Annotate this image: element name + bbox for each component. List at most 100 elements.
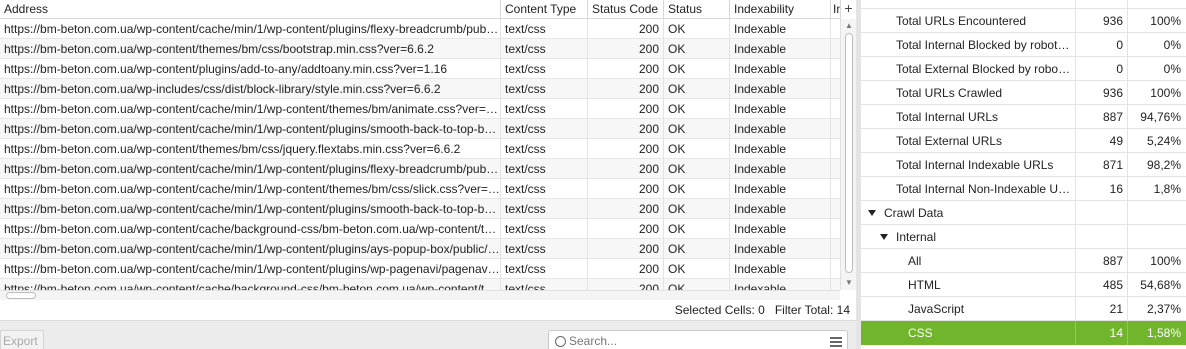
cell-status[interactable]: OK bbox=[664, 239, 730, 259]
table-row[interactable]: https://bm-beton.com.ua/wp-content/cache… bbox=[0, 259, 840, 279]
tree-item-javascript[interactable]: JavaScript 21 2,37% bbox=[861, 297, 1186, 321]
cell-indexability[interactable]: Indexable bbox=[730, 39, 831, 59]
cell-content-type[interactable]: text/css bbox=[501, 19, 588, 39]
cell-indexability[interactable]: Indexable bbox=[730, 59, 831, 79]
column-header-address[interactable]: Address bbox=[0, 0, 501, 19]
table-row[interactable]: https://bm-beton.com.ua/wp-content/cache… bbox=[0, 199, 840, 219]
cell-status-code[interactable]: 200 bbox=[588, 39, 664, 59]
cell-status-code[interactable]: 200 bbox=[588, 159, 664, 179]
tree-node-internal[interactable]: Internal bbox=[861, 225, 1186, 249]
cell-content-type[interactable]: text/css bbox=[501, 179, 588, 199]
cell-status-code[interactable]: 200 bbox=[588, 259, 664, 279]
search-box[interactable] bbox=[548, 330, 848, 349]
cell-status-code[interactable]: 200 bbox=[588, 179, 664, 199]
column-header-status[interactable]: Status bbox=[664, 0, 730, 19]
cell-status-code[interactable]: 200 bbox=[588, 219, 664, 239]
cell-indexability[interactable]: Indexable bbox=[730, 139, 831, 159]
scrollbar-thumb[interactable] bbox=[845, 33, 853, 273]
table-row[interactable]: https://bm-beton.com.ua/wp-content/cache… bbox=[0, 179, 840, 199]
cell-indexability[interactable]: Indexable bbox=[730, 159, 831, 179]
cell-content-type[interactable]: text/css bbox=[501, 59, 588, 79]
table-row[interactable]: https://bm-beton.com.ua/wp-content/cache… bbox=[0, 119, 840, 139]
summary-header-row[interactable] bbox=[861, 0, 1186, 9]
table-row[interactable]: https://bm-beton.com.ua/wp-content/cache… bbox=[0, 159, 840, 179]
expand-triangle-icon[interactable] bbox=[880, 234, 888, 240]
tree-item-html[interactable]: HTML 485 54,68% bbox=[861, 273, 1186, 297]
cell-status[interactable]: OK bbox=[664, 279, 730, 290]
cell-content-type[interactable]: text/css bbox=[501, 159, 588, 179]
cell-status[interactable]: OK bbox=[664, 39, 730, 59]
cell-content-type[interactable]: text/css bbox=[501, 219, 588, 239]
table-row[interactable]: https://bm-beton.com.ua/wp-content/cache… bbox=[0, 99, 840, 119]
cell-status-code[interactable]: 200 bbox=[588, 239, 664, 259]
cell-status-code[interactable]: 200 bbox=[588, 99, 664, 119]
cell-indexability[interactable]: Indexable bbox=[730, 259, 831, 279]
table-row[interactable]: https://bm-beton.com.ua/wp-content/cache… bbox=[0, 239, 840, 259]
filter-options-icon[interactable] bbox=[830, 336, 842, 347]
summary-row[interactable]: Total URLs Crawled 936 100% bbox=[861, 81, 1186, 105]
cell-status[interactable]: OK bbox=[664, 199, 730, 219]
search-input[interactable] bbox=[569, 332, 819, 349]
cell-indexability[interactable]: Indexable bbox=[730, 199, 831, 219]
cell-indexability[interactable]: Indexable bbox=[730, 99, 831, 119]
vertical-scrollbar[interactable]: ▲ ▼ bbox=[840, 19, 856, 290]
cell-address[interactable]: https://bm-beton.com.ua/wp-content/cache… bbox=[0, 219, 501, 239]
cell-address[interactable]: https://bm-beton.com.ua/wp-content/theme… bbox=[0, 139, 501, 159]
cell-indexability[interactable]: Indexable bbox=[730, 119, 831, 139]
cell-status-code[interactable]: 200 bbox=[588, 119, 664, 139]
summary-row[interactable]: Total External Blocked by robots.txt 0 0% bbox=[861, 57, 1186, 81]
cell-status[interactable]: OK bbox=[664, 159, 730, 179]
cell-status[interactable]: OK bbox=[664, 179, 730, 199]
cell-status[interactable]: OK bbox=[664, 59, 730, 79]
column-header-indexability[interactable]: Indexability bbox=[730, 0, 831, 19]
table-row[interactable]: https://bm-beton.com.ua/wp-content/cache… bbox=[0, 279, 840, 290]
horizontal-scrollbar[interactable] bbox=[0, 290, 840, 300]
cell-content-type[interactable]: text/css bbox=[501, 99, 588, 119]
cell-status-code[interactable]: 200 bbox=[588, 199, 664, 219]
cell-address[interactable]: https://bm-beton.com.ua/wp-content/cache… bbox=[0, 119, 501, 139]
scroll-down-icon[interactable]: ▼ bbox=[841, 276, 857, 290]
cell-content-type[interactable]: text/css bbox=[501, 239, 588, 259]
cell-content-type[interactable]: text/css bbox=[501, 39, 588, 59]
table-row[interactable]: https://bm-beton.com.ua/wp-content/theme… bbox=[0, 139, 840, 159]
cell-status-code[interactable]: 200 bbox=[588, 279, 664, 290]
cell-address[interactable]: https://bm-beton.com.ua/wp-content/cache… bbox=[0, 19, 501, 39]
table-row[interactable]: https://bm-beton.com.ua/wp-content/plugi… bbox=[0, 59, 840, 79]
cell-status[interactable]: OK bbox=[664, 219, 730, 239]
cell-address[interactable]: https://bm-beton.com.ua/wp-content/plugi… bbox=[0, 59, 501, 79]
table-row[interactable]: https://bm-beton.com.ua/wp-includes/css/… bbox=[0, 79, 840, 99]
cell-indexability[interactable]: Indexable bbox=[730, 239, 831, 259]
column-header-content-type[interactable]: Content Type bbox=[501, 0, 588, 19]
expand-triangle-icon[interactable] bbox=[868, 210, 876, 216]
cell-status[interactable]: OK bbox=[664, 79, 730, 99]
cell-indexability[interactable]: Indexable bbox=[730, 219, 831, 239]
summary-row[interactable]: Total Internal Non-Indexable URLs 16 1,8% bbox=[861, 177, 1186, 201]
add-column-button[interactable]: + bbox=[840, 0, 856, 19]
summary-row[interactable]: Total URLs Encountered 936 100% bbox=[861, 9, 1186, 33]
cell-content-type[interactable]: text/css bbox=[501, 279, 588, 290]
scroll-up-icon[interactable]: ▲ bbox=[841, 19, 857, 33]
cell-indexability[interactable]: Indexable bbox=[730, 79, 831, 99]
hscrollbar-thumb[interactable] bbox=[6, 292, 36, 299]
export-button[interactable]: Export bbox=[0, 330, 44, 349]
cell-address[interactable]: https://bm-beton.com.ua/wp-content/cache… bbox=[0, 259, 501, 279]
cell-address[interactable]: https://bm-beton.com.ua/wp-content/cache… bbox=[0, 199, 501, 219]
cell-address[interactable]: https://bm-beton.com.ua/wp-content/cache… bbox=[0, 179, 501, 199]
cell-address[interactable]: https://bm-beton.com.ua/wp-content/cache… bbox=[0, 279, 501, 290]
tree-node-crawl-data[interactable]: Crawl Data bbox=[861, 201, 1186, 225]
summary-row[interactable]: Total External URLs 49 5,24% bbox=[861, 129, 1186, 153]
column-header-truncated[interactable]: In bbox=[831, 0, 840, 19]
cell-address[interactable]: https://bm-beton.com.ua/wp-includes/css/… bbox=[0, 79, 501, 99]
cell-status[interactable]: OK bbox=[664, 99, 730, 119]
cell-address[interactable]: https://bm-beton.com.ua/wp-content/cache… bbox=[0, 99, 501, 119]
cell-status[interactable]: OK bbox=[664, 259, 730, 279]
cell-status-code[interactable]: 200 bbox=[588, 139, 664, 159]
table-row[interactable]: https://bm-beton.com.ua/wp-content/theme… bbox=[0, 39, 840, 59]
cell-content-type[interactable]: text/css bbox=[501, 79, 588, 99]
column-header-status-code[interactable]: Status Code bbox=[588, 0, 664, 19]
cell-status[interactable]: OK bbox=[664, 139, 730, 159]
table-row[interactable]: https://bm-beton.com.ua/wp-content/cache… bbox=[0, 19, 840, 39]
cell-address[interactable]: https://bm-beton.com.ua/wp-content/cache… bbox=[0, 159, 501, 179]
tree-item-all[interactable]: All 887 100% bbox=[861, 249, 1186, 273]
cell-address[interactable]: https://bm-beton.com.ua/wp-content/theme… bbox=[0, 39, 501, 59]
